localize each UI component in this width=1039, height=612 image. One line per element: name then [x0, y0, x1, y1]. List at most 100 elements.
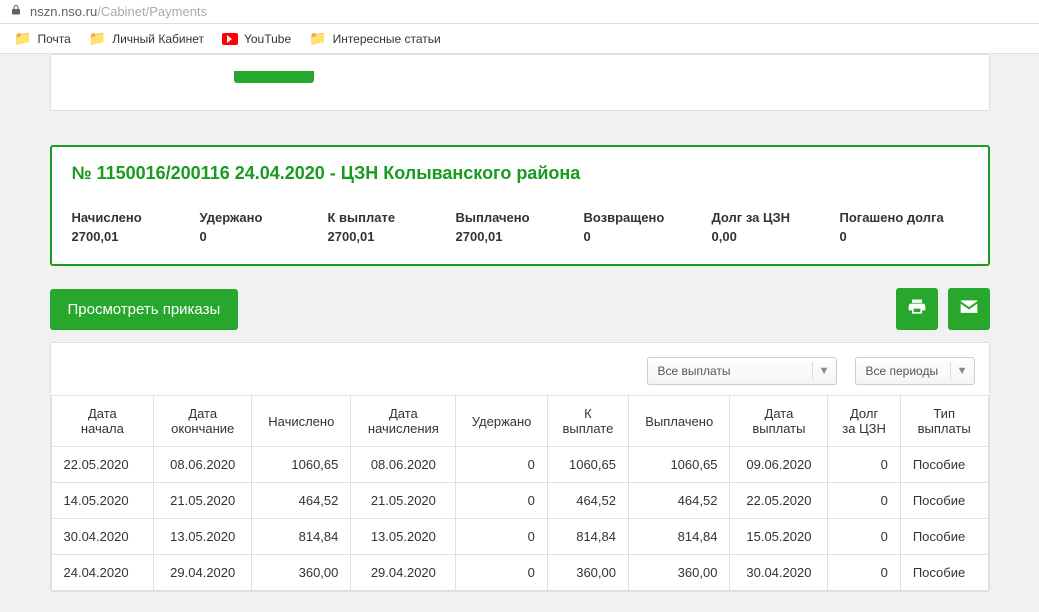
- table-header-cell: Начислено: [252, 396, 351, 447]
- filters-row: Все выплаты ▼ Все периоды ▼: [51, 343, 989, 395]
- bookmark-label: Личный Кабинет: [112, 32, 204, 46]
- cell-end: 08.06.2020: [154, 447, 252, 483]
- cell-accrual-date: 08.06.2020: [351, 447, 456, 483]
- email-button[interactable]: [948, 288, 990, 330]
- cell-paid: 1060,65: [628, 447, 729, 483]
- url-text[interactable]: nszn.nso.ru/Cabinet/Payments: [30, 4, 207, 19]
- cell-withheld: 0: [456, 519, 547, 555]
- cell-paid: 814,84: [628, 519, 729, 555]
- cell-pay-date: 22.05.2020: [730, 483, 828, 519]
- table-header-cell: Квыплате: [547, 396, 628, 447]
- cell-to-pay: 464,52: [547, 483, 628, 519]
- table-header-cell: Удержано: [456, 396, 547, 447]
- bookmark-item[interactable]: 📁 Личный Кабинет: [89, 30, 204, 47]
- periods-filter-label: Все периоды: [866, 364, 939, 378]
- folder-icon: 📁: [14, 30, 31, 47]
- summary-label: Начислено: [72, 210, 200, 225]
- periods-filter-dropdown[interactable]: Все периоды ▼: [855, 357, 975, 385]
- chevron-down-icon: ▼: [950, 362, 968, 380]
- bookmark-item[interactable]: 📁 Почта: [14, 30, 71, 47]
- cell-accrued: 360,00: [252, 555, 351, 591]
- cell-debt: 0: [828, 519, 900, 555]
- summary-value: 2700,01: [456, 229, 584, 244]
- address-bar: nszn.nso.ru/Cabinet/Payments: [0, 0, 1039, 24]
- cell-debt: 0: [828, 483, 900, 519]
- cell-withheld: 0: [456, 483, 547, 519]
- payments-filter-label: Все выплаты: [658, 364, 731, 378]
- bookmark-item[interactable]: 📁 Интересные статьи: [309, 30, 441, 47]
- cell-debt: 0: [828, 447, 900, 483]
- printer-icon: [907, 297, 927, 322]
- chevron-down-icon: ▼: [812, 362, 830, 380]
- payments-table-card: Все выплаты ▼ Все периоды ▼ ДатаначалаДа…: [50, 342, 990, 592]
- table-header-cell: Выплачено: [628, 396, 729, 447]
- summary-label: Удержано: [200, 210, 328, 225]
- table-header-cell: Датаокончание: [154, 396, 252, 447]
- summary-item: Возвращено 0: [584, 210, 712, 244]
- cell-accrued: 814,84: [252, 519, 351, 555]
- summary-value: 2700,01: [328, 229, 456, 244]
- previous-card-stub: [50, 54, 990, 111]
- bookmark-label: Почта: [37, 32, 70, 46]
- cell-start: 22.05.2020: [51, 447, 154, 483]
- cell-accrual-date: 13.05.2020: [351, 519, 456, 555]
- table-header-cell: Датаначисления: [351, 396, 456, 447]
- summary-title: № 1150016/200116 24.04.2020 - ЦЗН Колыва…: [72, 163, 968, 184]
- table-header-cell: Датаначала: [51, 396, 154, 447]
- summary-item: К выплате2700,01: [328, 210, 456, 244]
- cell-paid: 464,52: [628, 483, 729, 519]
- bookmark-item[interactable]: YouTube: [222, 32, 291, 46]
- summary-value: 0: [584, 229, 712, 244]
- cell-type: Пособие: [900, 447, 988, 483]
- table-row: 14.05.202021.05.2020464,5221.05.20200464…: [51, 483, 988, 519]
- cell-end: 13.05.2020: [154, 519, 252, 555]
- actions-row: Просмотреть приказы: [50, 288, 990, 330]
- bookmarks-bar: 📁 Почта 📁 Личный Кабинет YouTube 📁 Интересные …: [0, 24, 1039, 54]
- green-button-stub: [234, 71, 314, 83]
- bookmark-label: YouTube: [244, 32, 291, 46]
- summary-value: 2700,01: [72, 229, 200, 244]
- cell-accrual-date: 21.05.2020: [351, 483, 456, 519]
- cell-start: 30.04.2020: [51, 519, 154, 555]
- table-header-cell: Датавыплаты: [730, 396, 828, 447]
- cell-to-pay: 360,00: [547, 555, 628, 591]
- envelope-icon: [959, 297, 979, 322]
- payments-filter-dropdown[interactable]: Все выплаты ▼: [647, 357, 837, 385]
- cell-accrual-date: 29.04.2020: [351, 555, 456, 591]
- cell-type: Пособие: [900, 555, 988, 591]
- table-row: 22.05.202008.06.20201060,6508.06.2020010…: [51, 447, 988, 483]
- cell-type: Пособие: [900, 483, 988, 519]
- table-header-cell: Долгза ЦЗН: [828, 396, 900, 447]
- summary-item: Начислено 2700,01: [72, 210, 200, 244]
- cell-accrued: 1060,65: [252, 447, 351, 483]
- summary-item: Выплачено2700,01: [456, 210, 584, 244]
- summary-item: Долг за ЦЗН 0,00: [712, 210, 840, 244]
- cell-withheld: 0: [456, 555, 547, 591]
- summary-label: Возвращено: [584, 210, 712, 225]
- cell-pay-date: 15.05.2020: [730, 519, 828, 555]
- table-header-row: ДатаначалаДатаокончаниеНачисленоДатаначи…: [51, 396, 988, 447]
- summary-item: Удержано 0: [200, 210, 328, 244]
- cell-paid: 360,00: [628, 555, 729, 591]
- bookmark-label: Интересные статьи: [333, 32, 441, 46]
- folder-icon: 📁: [89, 30, 106, 47]
- cell-to-pay: 1060,65: [547, 447, 628, 483]
- cell-pay-date: 30.04.2020: [730, 555, 828, 591]
- summary-value: 0,00: [712, 229, 840, 244]
- cell-start: 14.05.2020: [51, 483, 154, 519]
- payments-table: ДатаначалаДатаокончаниеНачисленоДатаначи…: [51, 395, 989, 591]
- cell-pay-date: 09.06.2020: [730, 447, 828, 483]
- summary-card: № 1150016/200116 24.04.2020 - ЦЗН Колыва…: [50, 145, 990, 266]
- summary-label: Погашено долга: [840, 210, 968, 225]
- summary-row: Начислено2700,01Удержано0К выплате2700,0…: [72, 210, 968, 244]
- summary-value: 0: [200, 229, 328, 244]
- youtube-icon: [222, 33, 238, 45]
- cell-withheld: 0: [456, 447, 547, 483]
- folder-icon: 📁: [309, 30, 326, 47]
- print-button[interactable]: [896, 288, 938, 330]
- table-header-cell: Типвыплаты: [900, 396, 988, 447]
- summary-value: 0: [840, 229, 968, 244]
- view-orders-button[interactable]: Просмотреть приказы: [50, 289, 239, 330]
- summary-label: Долг за ЦЗН: [712, 210, 840, 225]
- lock-icon: [10, 4, 22, 19]
